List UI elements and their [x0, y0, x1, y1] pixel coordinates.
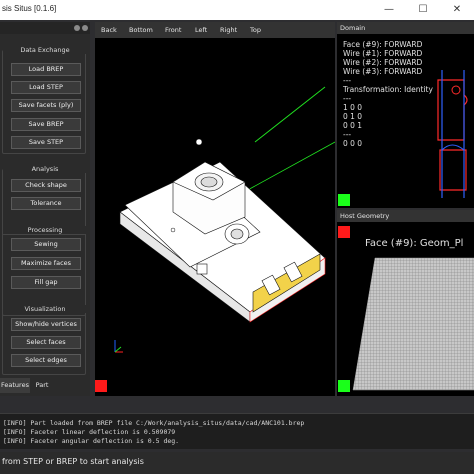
- log-line: [INFO] Faceter linear deflection is 0.50…: [3, 428, 176, 436]
- domain-line: 0 0 1: [343, 121, 363, 130]
- boss-hole: [230, 228, 244, 240]
- side-notch: [196, 263, 208, 275]
- window-title-bar: sis Situs [0.1.6] — ☐ ✕: [0, 0, 474, 20]
- host-indicator-red: [338, 226, 350, 238]
- domain-pane-title: Domain: [337, 22, 474, 34]
- load-brep-button[interactable]: Load BREP: [11, 63, 81, 76]
- domain-line: Wire (#3): FORWARD: [343, 67, 423, 76]
- fill-gap-button[interactable]: Fill gap: [11, 276, 81, 289]
- host-face-label: Face (#9): Geom_Pl: [365, 238, 464, 249]
- minimize-button[interactable]: —: [372, 0, 406, 20]
- maximize-faces-button[interactable]: Maximize faces: [11, 257, 81, 270]
- domain-line: Wire (#1): FORWARD: [343, 49, 423, 58]
- part-viewer[interactable]: Back Bottom Front Left Right Top: [95, 22, 335, 396]
- show-hide-vertices-button[interactable]: Show/hide vertices: [11, 318, 81, 331]
- sewing-button[interactable]: Sewing: [11, 238, 81, 251]
- y-axis-icon: [114, 346, 122, 353]
- group-title: Analysis: [3, 165, 87, 173]
- domain-indicator-green: [338, 194, 350, 206]
- group-title: Data Exchange: [3, 46, 87, 54]
- tab-part[interactable]: Part: [30, 378, 54, 393]
- select-edges-button[interactable]: Select edges: [11, 354, 81, 367]
- domain-line: 1 0 0: [343, 103, 363, 112]
- small-hole: [195, 138, 203, 146]
- panel-close-icon[interactable]: [82, 25, 88, 31]
- domain-line: 0 1 0: [343, 112, 363, 121]
- panel-float-icon[interactable]: [74, 25, 80, 31]
- tab-features[interactable]: Features: [0, 378, 30, 393]
- status-bar: from STEP or BREP to start analysis: [0, 452, 474, 474]
- status-text: from STEP or BREP to start analysis: [2, 457, 144, 466]
- host-surface-mesh: [352, 257, 474, 391]
- group-processing: Processing Sewing Maximize faces Fill ga…: [2, 226, 87, 316]
- domain-pane: Domain Face (#9): FORWARD Wire (#1): FOR…: [337, 22, 474, 208]
- host-pane-title: Host Geometry: [337, 210, 474, 222]
- panel-header: [0, 22, 90, 34]
- save-facets-button[interactable]: Save facets (ply): [11, 99, 81, 112]
- log-console[interactable]: [INFO] Part loaded from BREP file C:/Wor…: [0, 413, 474, 449]
- host-geometry-pane: Host Geometry Face (#9): Geom_Pl: [337, 210, 474, 396]
- log-line: [INFO] Part loaded from BREP file C:/Wor…: [3, 419, 305, 427]
- domain-contours: [437, 70, 468, 198]
- domain-line: Face (#9): FORWARD: [343, 40, 423, 49]
- y-axis-line: [254, 86, 326, 143]
- check-shape-button[interactable]: Check shape: [11, 179, 81, 192]
- domain-line: ---: [343, 130, 352, 139]
- select-faces-button[interactable]: Select faces: [11, 336, 81, 349]
- domain-line: 0 0 0: [343, 139, 363, 148]
- domain-line: ---: [343, 76, 352, 85]
- close-button[interactable]: ✕: [440, 0, 474, 20]
- group-visualization: Visualization Show/hide vertices Select …: [2, 305, 87, 375]
- load-step-button[interactable]: Load STEP: [11, 81, 81, 94]
- save-brep-button[interactable]: Save BREP: [11, 118, 81, 131]
- domain-line: Wire (#2): FORWARD: [343, 58, 423, 67]
- maximize-button[interactable]: ☐: [406, 0, 440, 20]
- log-line: [INFO] Faceter angular deflection is 0.5…: [3, 437, 180, 445]
- tolerance-button[interactable]: Tolerance: [11, 197, 81, 210]
- host-indicator-green: [338, 380, 350, 392]
- group-title: Visualization: [3, 305, 87, 313]
- domain-line: ---: [343, 94, 352, 103]
- small-hole: [170, 227, 176, 233]
- y-axis-line-2: [234, 141, 335, 198]
- window-title: sis Situs [0.1.6]: [2, 4, 57, 13]
- bore-inner: [200, 176, 218, 188]
- group-title: Processing: [3, 226, 87, 234]
- viewer-indicator-red: [95, 380, 107, 392]
- domain-line: Transformation: Identity: [343, 85, 433, 94]
- group-data-exchange: Data Exchange Load BREP Load STEP Save f…: [2, 46, 87, 154]
- control-panel: Data Exchange Load BREP Load STEP Save f…: [0, 22, 90, 396]
- cad-model: [114, 86, 335, 353]
- panel-tabs: Features Part: [0, 378, 90, 394]
- save-step-button[interactable]: Save STEP: [11, 136, 81, 149]
